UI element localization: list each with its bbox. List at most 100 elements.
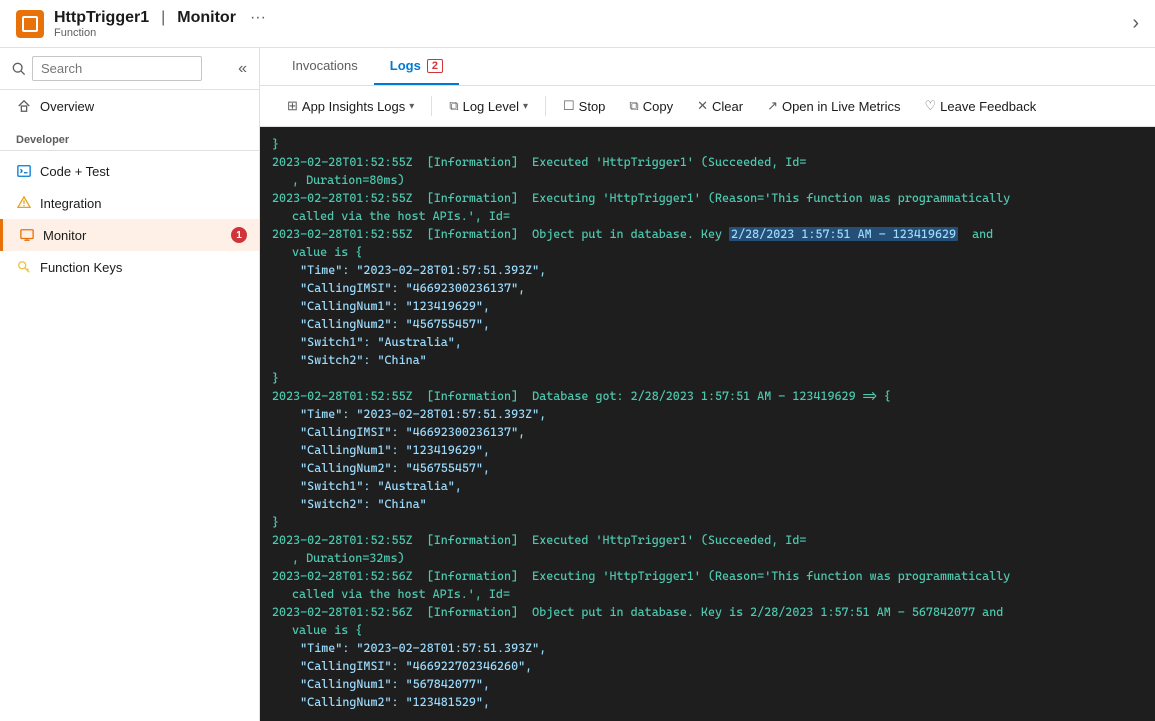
sidebar-integration-label: Integration [40, 196, 101, 211]
log-entry: } [272, 513, 1143, 531]
log-entry: "CallingNum2": "123481529", [272, 693, 1143, 711]
log-entry: "Switch2": "China" [272, 495, 1143, 513]
sidebar-item-overview[interactable]: Overview [0, 90, 259, 122]
log-level-label: Log Level [463, 99, 519, 114]
toolbar-sep-2 [545, 96, 546, 116]
sidebar: « Overview Developer Code + Test Integra… [0, 48, 260, 721]
search-icon [12, 62, 26, 76]
log-entry: called via the host APIs.', Id= [272, 585, 1143, 603]
sidebar-item-integration[interactable]: Integration [0, 187, 259, 219]
log-entry: "CallingIMSI": "46692300236137", [272, 423, 1143, 441]
overview-icon [16, 98, 32, 114]
main-layout: « Overview Developer Code + Test Integra… [0, 48, 1155, 721]
log-level-chevron: ▾ [523, 101, 528, 112]
table-icon: ⊞ [287, 98, 298, 114]
sidebar-search-area: « [0, 48, 259, 90]
copy-icon: ⧉ [629, 98, 638, 114]
log-entry: "Switch2": "China" [272, 351, 1143, 369]
sidebar-overview-label: Overview [40, 99, 94, 114]
header-separator: | [161, 9, 165, 27]
log-entry: "Switch1": "Australia", [272, 477, 1143, 495]
tab-logs[interactable]: Logs 2 [374, 48, 459, 85]
open-live-metrics-label: Open in Live Metrics [782, 99, 901, 114]
log-entry: , Duration=80ms) [272, 171, 1143, 189]
leave-feedback-button[interactable]: ♡ Leave Feedback [913, 92, 1047, 120]
monitor-icon [19, 227, 35, 243]
log-area[interactable]: }2023-02-28T01:52:55Z [Information] Exec… [260, 127, 1155, 721]
toolbar: ⊞ App Insights Logs ▾ ⧉ Log Level ▾ ☐ St… [260, 86, 1155, 127]
toolbar-sep-1 [431, 96, 432, 116]
app-insights-chevron: ▾ [409, 101, 414, 112]
search-input[interactable] [32, 56, 202, 81]
log-entry: "CallingNum2": "456755457", [272, 459, 1143, 477]
sidebar-function-keys-label: Function Keys [40, 260, 122, 275]
log-entry: value is { [272, 243, 1143, 261]
page-section-name: Monitor [177, 9, 236, 27]
leave-feedback-label: Leave Feedback [940, 99, 1036, 114]
page-function-name: HttpTrigger1 [54, 9, 149, 27]
log-entry: 2023-02-28T01:52:55Z [Information] Datab… [272, 387, 1143, 405]
log-entry: } [272, 135, 1143, 153]
tab-invocations-label: Invocations [292, 58, 358, 73]
more-options-icon[interactable]: ··· [250, 9, 266, 27]
top-header: HttpTrigger1 | Monitor ··· Function › [0, 0, 1155, 48]
log-entry: "Switch1": "Australia", [272, 333, 1143, 351]
sidebar-collapse-icon[interactable]: « [238, 60, 247, 78]
copy-label: Copy [643, 99, 673, 114]
log-entry: "Time": "2023-02-28T01:57:51.393Z", [272, 261, 1143, 279]
log-entry: 2023-02-28T01:52:56Z [Information] Execu… [272, 567, 1143, 585]
log-entry: } [272, 369, 1143, 387]
sidebar-divider [0, 150, 259, 151]
tab-logs-badge: 2 [427, 59, 443, 73]
log-entry: , Duration=32ms) [272, 549, 1143, 567]
open-live-metrics-button[interactable]: ↗ Open in Live Metrics [756, 92, 911, 120]
code-icon [16, 163, 32, 179]
tab-logs-label: Logs [390, 58, 421, 73]
log-entry: "CallingNum1": "567842077", [272, 675, 1143, 693]
log-entry: "Time": "2023-02-28T01:57:51.393Z", [272, 639, 1143, 657]
integration-icon [16, 195, 32, 211]
stop-label: Stop [579, 99, 606, 114]
clear-icon: ✕ [697, 98, 708, 114]
app-icon [16, 10, 44, 38]
log-entry: 2023-02-28T01:52:55Z [Information] Objec… [272, 225, 1143, 243]
copy-button[interactable]: ⧉ Copy [618, 92, 684, 120]
log-entry: "CallingIMSI": "46692270234626​0", [272, 657, 1143, 675]
log-entry: "CallingNum1": "123419629", [272, 297, 1143, 315]
sidebar-monitor-label: Monitor [43, 228, 86, 243]
filter-icon: ⧉ [449, 98, 458, 114]
key-icon [16, 259, 32, 275]
clear-label: Clear [712, 99, 743, 114]
header-title-group: HttpTrigger1 | Monitor ··· Function [54, 9, 266, 39]
tab-invocations[interactable]: Invocations [276, 48, 374, 85]
header-meta: Function [54, 27, 266, 39]
log-entry: "Time": "2023-02-28T01:57:51.393Z", [272, 405, 1143, 423]
sidebar-item-monitor[interactable]: Monitor 1 [0, 219, 259, 251]
clear-button[interactable]: ✕ Clear [686, 92, 754, 120]
stop-icon: ☐ [563, 98, 575, 114]
sidebar-code-test-label: Code + Test [40, 164, 110, 179]
log-entry: "CallingIMSI": "46692300236137", [272, 279, 1143, 297]
log-entry: value is { [272, 621, 1143, 639]
log-entry: "CallingNum2": "456755457", [272, 315, 1143, 333]
log-entry: "CallingNum1": "123419629", [272, 441, 1143, 459]
log-entry: 2023-02-28T01:52:55Z [Information] Execu… [272, 531, 1143, 549]
sidebar-item-code-test[interactable]: Code + Test [0, 155, 259, 187]
log-entry: 2023-02-28T01:52:56Z [Information] Objec… [272, 603, 1143, 621]
app-insights-button[interactable]: ⊞ App Insights Logs ▾ [276, 92, 425, 120]
sidebar-item-function-keys[interactable]: Function Keys [0, 251, 259, 283]
log-entry: 2023-02-28T01:52:55Z [Information] Execu… [272, 189, 1143, 207]
monitor-badge: 1 [231, 227, 247, 243]
chart-icon: ↗ [767, 98, 778, 114]
tabs-bar: Invocations Logs 2 [260, 48, 1155, 86]
expand-icon[interactable]: › [1132, 12, 1139, 35]
stop-button[interactable]: ☐ Stop [552, 92, 616, 120]
log-entry: called via the host APIs.', Id= [272, 207, 1143, 225]
log-level-button[interactable]: ⧉ Log Level ▾ [438, 92, 539, 120]
content-area: Invocations Logs 2 ⊞ App Insights Logs ▾… [260, 48, 1155, 721]
sidebar-section-developer: Developer [0, 122, 259, 150]
app-icon-inner [22, 16, 38, 32]
app-insights-label: App Insights Logs [302, 99, 405, 114]
heart-icon: ♡ [924, 98, 936, 114]
log-entry: 2023-02-28T01:52:55Z [Information] Execu… [272, 153, 1143, 171]
